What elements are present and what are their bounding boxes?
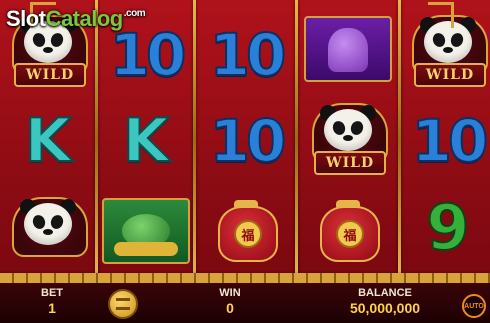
win-label: WIN [219, 287, 241, 299]
bag-glyph: 福 [336, 220, 364, 248]
symbol-red-coin-bag: 福 [300, 186, 396, 268]
win-value: 0 [226, 300, 234, 316]
symbol-panda [0, 190, 96, 272]
symbol-k-text: K [24, 105, 72, 177]
wild-label: WILD [14, 63, 86, 87]
coin-bag-icon: 福 [206, 190, 286, 264]
logo-accent: Catalog [45, 6, 124, 31]
balance-display: BALANCE 50,000,000 [330, 287, 440, 316]
symbol-gold-toad [98, 190, 194, 272]
logo-tld: .com [123, 8, 146, 19]
panda-icon: WILD [308, 97, 388, 177]
control-bar: BET 1 WIN 0 BALANCE 50,000,000 [0, 283, 490, 323]
balance-value: 50,000,000 [349, 300, 421, 316]
symbol-red-coin-bag: 福 [198, 186, 294, 268]
guardian-lion-icon [304, 16, 392, 82]
bag-glyph: 福 [234, 220, 262, 248]
symbol-10-text: 10 [209, 106, 288, 176]
symbol-10: 10 [198, 100, 294, 182]
reel-area: WILD K 10 K 10 10 福 WILD 福 WILD 10 9 [0, 0, 490, 280]
bet-display: BET 1 [30, 287, 74, 316]
coin-bag-icon: 福 [308, 190, 388, 264]
reel-separator [295, 0, 298, 280]
gold-toad-icon [102, 198, 190, 264]
coins-icon [116, 298, 130, 310]
symbol-wild-panda: WILD [300, 96, 396, 178]
reel-bottom-border [0, 273, 490, 283]
site-logo: SlotCatalog.com [6, 6, 146, 32]
coin-bet-button[interactable] [108, 289, 138, 319]
symbol-k-text: K [122, 105, 170, 177]
corner-ornament [428, 2, 454, 28]
logo-prefix: Slot [6, 6, 46, 31]
symbol-k: K [98, 100, 194, 182]
symbol-9: 9 [400, 186, 490, 268]
bet-value: 1 [48, 300, 56, 316]
balance-label: BALANCE [358, 287, 412, 299]
wild-label: WILD [414, 63, 486, 87]
bet-label: BET [41, 287, 63, 299]
symbol-purple-lion [300, 8, 396, 90]
symbol-10-text: 10 [411, 106, 490, 176]
auto-label: AUTO [464, 302, 484, 310]
symbol-k: K [0, 100, 96, 182]
win-display: WIN 0 [205, 287, 255, 316]
panda-icon [8, 191, 88, 271]
symbol-10: 10 [198, 14, 294, 96]
auto-spin-button[interactable]: AUTO [462, 294, 486, 318]
symbol-10: 10 [400, 100, 490, 182]
symbol-10-text: 10 [209, 20, 288, 90]
wild-label: WILD [314, 151, 386, 175]
symbol-9-text: 9 [425, 190, 470, 265]
